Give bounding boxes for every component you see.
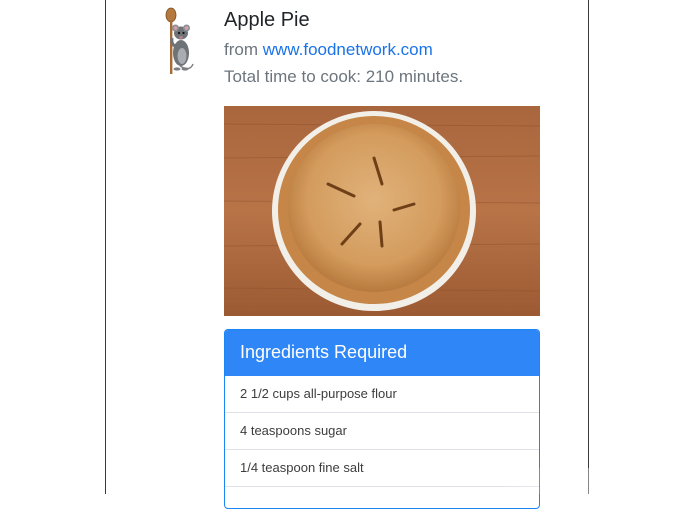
ingredients-list: 2 1/2 cups all-purpose flour 4 teaspoons…	[225, 376, 539, 508]
source-prefix: from	[224, 40, 263, 59]
ingredients-card: Ingredients Required 2 1/2 cups all-purp…	[224, 329, 540, 509]
cook-time: Total time to cook: 210 minutes.	[224, 67, 464, 86]
page-left-border	[105, 0, 106, 494]
ingredient-item: 1/4 teaspoon fine salt	[225, 450, 539, 487]
rat-chef-mascot-icon	[165, 7, 194, 74]
recipe-title: Apple Pie	[224, 9, 310, 31]
page-right-border	[588, 0, 589, 494]
recipe-source: from www.foodnetwork.com	[224, 40, 433, 60]
recipe-photo	[224, 106, 540, 316]
ingredients-header: Ingredients Required	[225, 330, 539, 376]
ingredient-item: 2 1/2 cups all-purpose flour	[225, 376, 539, 413]
ingredient-item: 4 teaspoons sugar	[225, 413, 539, 450]
bottom-fade-overlay	[500, 468, 695, 494]
ingredient-item	[225, 487, 539, 508]
source-link[interactable]: www.foodnetwork.com	[263, 40, 433, 59]
